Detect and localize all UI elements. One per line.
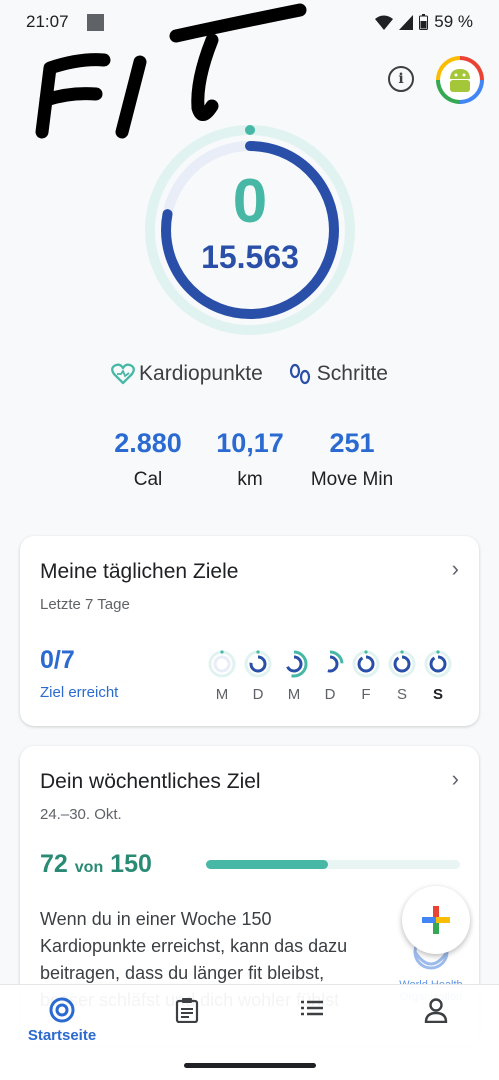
daily-goals-value: 0/7	[40, 646, 75, 674]
day-label: D	[252, 686, 264, 703]
daily-goals-subtitle: Letzte 7 Tage	[40, 596, 130, 613]
status-time: 21:07	[26, 12, 69, 31]
nav-journal[interactable]	[142, 997, 232, 1023]
person-icon	[424, 998, 448, 1023]
weekly-goal-progress-bar	[206, 860, 460, 869]
home-indicator[interactable]	[184, 1063, 316, 1068]
nav-profile[interactable]	[391, 997, 481, 1023]
weekly-goal-value: 72 von 150	[40, 850, 152, 879]
day-ring	[244, 650, 272, 678]
day-ring	[424, 650, 452, 678]
ring-legend: Kardiopunkte Schritte	[0, 362, 499, 386]
chevron-right-icon: ›	[451, 766, 459, 791]
stat-distance: 10,17 km	[206, 428, 294, 491]
day-ring	[208, 650, 236, 678]
signal-icon	[399, 14, 414, 30]
day-item: S	[388, 650, 416, 703]
day-label: M	[287, 686, 301, 703]
day-label: S	[432, 686, 443, 703]
daily-goals-title: Meine täglichen Ziele	[40, 560, 239, 583]
day-item-today: S	[424, 650, 452, 703]
daily-goals-value-label: Ziel erreicht	[40, 684, 119, 701]
list-icon	[301, 1000, 323, 1016]
footsteps-icon	[289, 363, 310, 385]
status-icons: 59 %	[375, 12, 473, 32]
legend-heart-points: Kardiopunkte	[111, 362, 263, 386]
day-ring	[388, 650, 416, 678]
profile-avatar[interactable]	[436, 56, 484, 104]
status-bar: 21:07 59 %	[0, 0, 499, 44]
stat-distance-label: km	[237, 469, 263, 490]
plus-icon	[422, 906, 450, 934]
day-ring	[316, 650, 344, 678]
weekly-goal-current: 72	[40, 850, 68, 878]
legend-steps: Schritte	[287, 362, 388, 386]
stat-calories-label: Cal	[133, 469, 163, 490]
weekly-goal-date-range: 24.–30. Okt.	[40, 806, 122, 823]
battery-icon	[419, 14, 429, 30]
legend-heart-label: Kardiopunkte	[139, 362, 263, 385]
notification-icon	[86, 13, 104, 31]
day-label: D	[324, 686, 336, 703]
weekly-goal-progress-fill	[206, 860, 328, 869]
day-item: D	[316, 650, 344, 703]
nav-browse[interactable]	[267, 997, 357, 1019]
stat-move-minutes-label: Move Min	[310, 469, 394, 490]
stat-calories-value: 2.880	[114, 428, 182, 458]
clipboard-icon	[175, 998, 199, 1023]
weekly-goal-target: 150	[110, 850, 152, 878]
info-button[interactable]: i	[388, 66, 414, 92]
stat-distance-value: 10,17	[216, 428, 284, 458]
android-avatar-icon	[450, 69, 470, 92]
nav-home-label: Startseite	[27, 1027, 97, 1044]
weekly-goal-von: von	[74, 859, 104, 876]
stat-move-minutes: 251 Move Min	[300, 428, 404, 491]
stat-calories: 2.880 Cal	[98, 428, 198, 491]
day-ring	[280, 650, 308, 678]
day-item: M	[208, 650, 236, 703]
day-label: S	[396, 686, 407, 703]
day-ring	[352, 650, 380, 678]
add-button[interactable]	[402, 886, 470, 954]
info-icon: i	[398, 71, 404, 87]
day-item: D	[244, 650, 272, 703]
heart-points-value: 0	[232, 167, 268, 236]
daily-goals-days: M D M D F S S	[208, 650, 452, 703]
wifi-icon	[375, 15, 394, 30]
nav-home[interactable]: Startseite	[17, 997, 107, 1044]
day-item: F	[352, 650, 380, 703]
day-label: F	[361, 686, 371, 703]
activity-rings[interactable]: 0 15.563	[142, 122, 358, 338]
stat-move-minutes-value: 251	[329, 428, 375, 458]
day-item: M	[280, 650, 308, 703]
daily-goals-card[interactable]: Meine täglichen Ziele Letzte 7 Tage › 0/…	[20, 536, 479, 726]
legend-steps-label: Schritte	[316, 362, 388, 385]
day-label: M	[215, 686, 229, 703]
chevron-right-icon: ›	[451, 556, 459, 581]
steps-value: 15.563	[201, 239, 299, 275]
weekly-goal-title: Dein wöchentliches Ziel	[40, 770, 261, 793]
battery-level: 59 %	[434, 12, 473, 31]
home-rings-icon	[49, 997, 75, 1023]
ring-values: 0 15.563	[142, 122, 358, 338]
heart-icon	[111, 363, 135, 385]
